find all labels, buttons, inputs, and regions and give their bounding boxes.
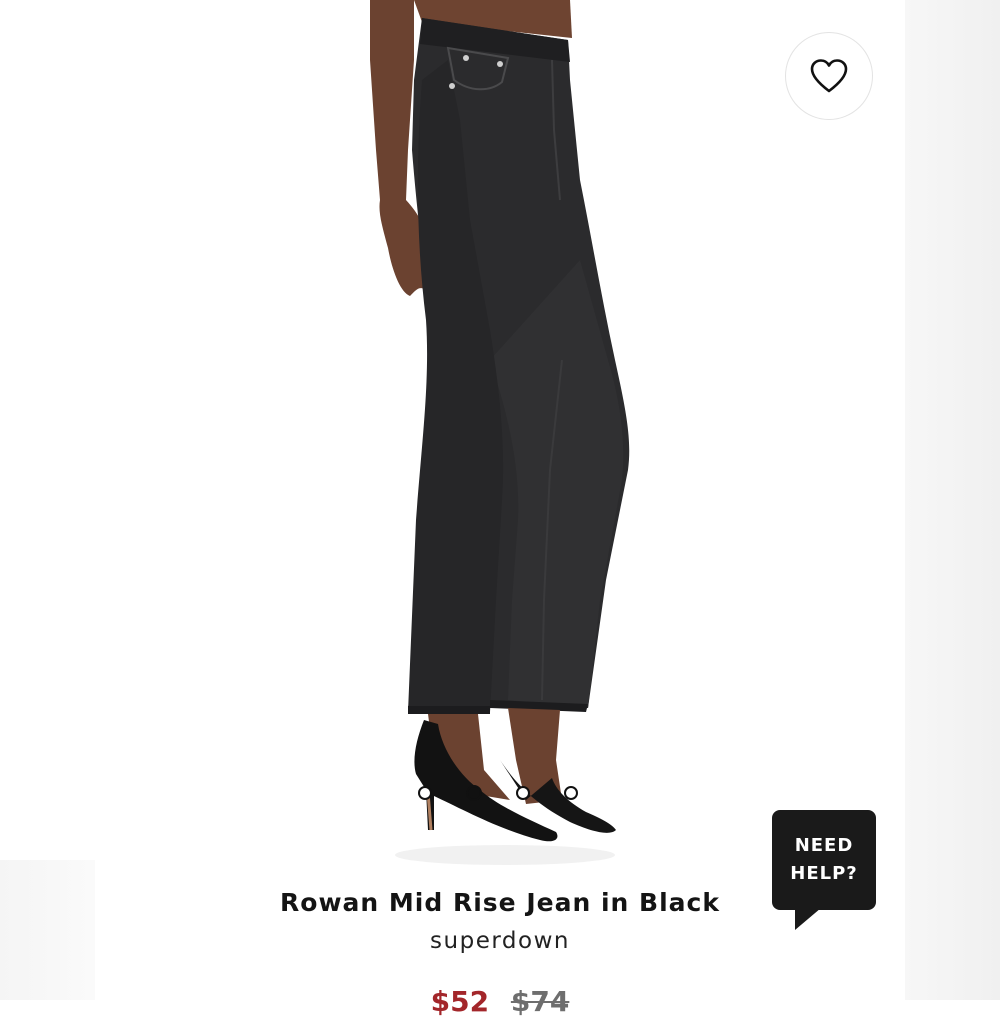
carousel-dot-1[interactable] — [418, 786, 432, 800]
favorite-button[interactable] — [785, 32, 873, 120]
original-price: $74 — [510, 985, 570, 1018]
carousel-dot-3[interactable] — [516, 786, 530, 800]
sale-price: $52 — [430, 985, 490, 1018]
brand-name[interactable]: superdown — [0, 928, 1000, 954]
product-title: Rowan Mid Rise Jean in Black — [280, 888, 720, 917]
carousel-dot-2[interactable] — [466, 785, 482, 801]
page-edge-shade — [905, 0, 1000, 1000]
carousel-dot-4[interactable] — [564, 786, 578, 800]
need-help-line2: HELP? — [790, 863, 858, 884]
carousel-dots — [418, 785, 578, 801]
price-row: $52 $74 — [0, 985, 1000, 1018]
product-image[interactable] — [330, 0, 670, 870]
heart-icon — [810, 59, 848, 93]
need-help-line1: NEED — [794, 835, 854, 856]
